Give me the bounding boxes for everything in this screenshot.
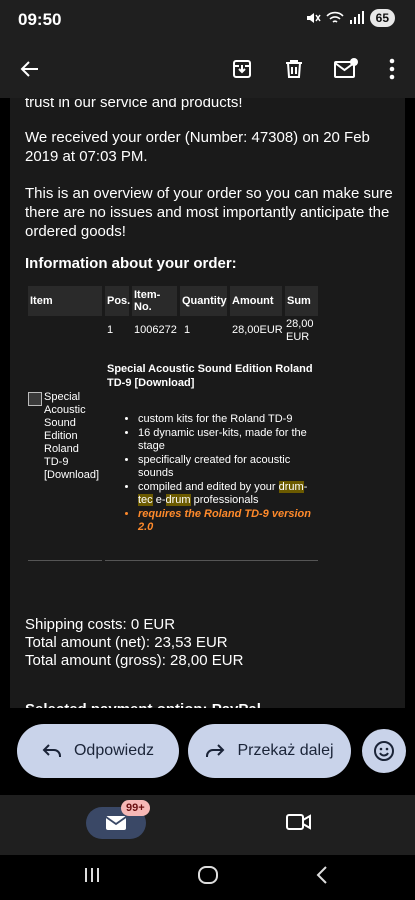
- feature-item: 16 dynamic user-kits, made for the stage: [138, 427, 318, 453]
- cell-sum: 28,00 EUR: [286, 318, 314, 343]
- more-options-icon[interactable]: [378, 55, 406, 83]
- total-gross: Total amount (gross): 28,00 EUR: [25, 652, 244, 669]
- back-arrow-icon[interactable]: [16, 55, 44, 83]
- archive-icon[interactable]: [228, 55, 256, 83]
- order-received-text: We received your order (Number: 47308) o…: [25, 129, 370, 165]
- meet-video-icon[interactable]: [286, 812, 312, 837]
- table-divider: [105, 560, 318, 561]
- status-icons: 65: [305, 9, 395, 27]
- mail-unread-badge: 99+: [121, 800, 150, 816]
- emoji-reaction-button[interactable]: [362, 729, 406, 773]
- reply-label: Odpowiedz: [73, 742, 155, 759]
- col-header-item: Item: [28, 286, 102, 316]
- reply-icon: [42, 744, 61, 757]
- search-highlight: drum: [278, 481, 304, 493]
- product-features-list: custom kits for the Roland TD-9 16 dynam…: [124, 413, 318, 535]
- reply-button[interactable]: Odpowiedz: [17, 724, 179, 778]
- wifi-icon: [326, 11, 344, 23]
- col-header-pos: Pos.: [105, 286, 130, 316]
- forward-icon: [206, 744, 225, 757]
- cell-pos: 1: [107, 324, 114, 336]
- requirement-note: requires the Roland TD-9 version 2.0: [138, 508, 318, 534]
- payment-option-cut: Selected payment option: PayPal: [25, 700, 261, 708]
- system-navigation: [0, 855, 415, 900]
- forward-label: Przekaż dalej: [237, 742, 334, 759]
- col-header-sum: Sum: [285, 286, 318, 316]
- email-toolbar: [0, 40, 415, 98]
- recent-apps-icon[interactable]: [82, 865, 102, 890]
- smiley-icon: [374, 741, 394, 761]
- broken-image-icon: [28, 392, 42, 406]
- col-header-item-no: Item-No.: [132, 286, 177, 316]
- table-divider: [28, 560, 102, 561]
- overview-text: This is an overview of your order so you…: [25, 185, 393, 240]
- status-time: 09:50: [18, 10, 62, 29]
- feature-item: compiled and edited by your drum-tec e-d…: [138, 481, 318, 507]
- search-highlight: tec: [138, 494, 153, 506]
- col-header-quantity: Quantity: [180, 286, 227, 316]
- cell-item-no: 1006272: [134, 324, 177, 336]
- delete-icon[interactable]: [280, 55, 308, 83]
- cut-top-line: trust in our service and products!: [25, 98, 243, 111]
- forward-button[interactable]: Przekaż dalej: [188, 724, 351, 778]
- email-body: trust in our service and products! We re…: [10, 98, 405, 708]
- col-header-amount: Amount: [230, 286, 282, 316]
- system-back-icon[interactable]: [314, 865, 330, 890]
- feature-item: specifically created for acoustic sounds: [138, 454, 318, 480]
- mail-icon: [105, 816, 127, 830]
- mark-unread-icon[interactable]: [332, 55, 360, 83]
- cell-quantity: 1: [184, 324, 191, 336]
- order-info-heading: Information about your order:: [25, 255, 237, 272]
- shipping-costs: Shipping costs: 0 EUR: [25, 616, 176, 633]
- feature-item: custom kits for the Roland TD-9: [138, 413, 318, 426]
- home-icon[interactable]: [197, 865, 219, 890]
- cell-amount: 28,00EUR: [232, 324, 283, 336]
- total-net: Total amount (net): 23,53 EUR: [25, 634, 228, 651]
- product-image-broken: Special Acoustic Sound Edition Roland TD…: [28, 391, 100, 482]
- product-image-alt: Special Acoustic Sound Edition Roland TD…: [44, 391, 100, 481]
- status-bar: 09:50 65: [0, 0, 415, 40]
- signal-icon: [349, 11, 364, 24]
- battery-indicator: 65: [369, 9, 395, 27]
- bottom-nav: [0, 795, 415, 855]
- mute-icon: [306, 13, 321, 23]
- search-highlight: drum: [165, 494, 191, 506]
- product-title: Special Acoustic Sound Edition Roland TD…: [107, 363, 313, 389]
